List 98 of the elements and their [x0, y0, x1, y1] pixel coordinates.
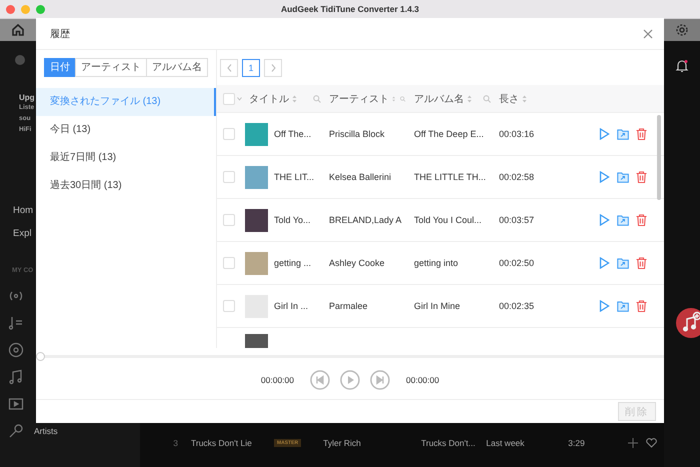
table-cell: getting ... — [274, 258, 312, 268]
folder-icon[interactable] — [617, 172, 629, 182]
table-cell: THE LITTLE TH... — [414, 172, 486, 182]
sidebar-text: Upg — [19, 93, 35, 102]
next-page-button[interactable] — [264, 59, 282, 77]
previous-track-button[interactable] — [310, 370, 330, 390]
search-icon[interactable] — [313, 94, 321, 102]
table-cell: Kelsea Ballerini — [329, 172, 392, 182]
dropdown-caret-icon[interactable] — [237, 96, 242, 100]
total-time: 00:00:00 — [406, 375, 440, 385]
home-button[interactable] — [0, 19, 36, 41]
play-icon[interactable] — [599, 257, 610, 269]
table-cell: Parmalee — [329, 301, 368, 311]
table-cell: THE LIT... — [274, 172, 314, 182]
table-cell: 00:02:35 — [499, 301, 534, 311]
sort-icon[interactable] — [522, 94, 527, 102]
table-cell: Off The Deep E... — [414, 129, 484, 139]
filter-tab[interactable]: アルバム名 — [146, 58, 208, 77]
table-cell: BRELAND,Lady A — [329, 215, 402, 225]
table-cell: 00:02:58 — [499, 172, 534, 182]
home-icon — [11, 23, 25, 37]
previous-page-button[interactable] — [220, 59, 238, 77]
notification-bell-icon[interactable] — [675, 59, 689, 73]
column-header[interactable]: アーティスト — [329, 92, 389, 106]
settings-button[interactable] — [664, 19, 700, 41]
add-music-button[interactable] — [676, 308, 700, 338]
folder-icon[interactable] — [617, 300, 629, 312]
sort-icon[interactable] — [292, 94, 297, 102]
avatar-icon[interactable] — [15, 55, 25, 65]
folder-icon[interactable] — [617, 214, 629, 226]
table-cell: Off The... — [274, 129, 312, 139]
settings-icon — [675, 23, 689, 37]
track-album: Trucks Don't... — [421, 438, 476, 448]
filter-tab[interactable]: アーティスト — [75, 58, 147, 77]
heart-icon[interactable] — [646, 438, 658, 448]
row-checkbox[interactable] — [223, 128, 235, 140]
row-checkbox[interactable] — [223, 257, 235, 269]
next-track-button[interactable] — [370, 370, 390, 390]
table-cell: Priscilla Block — [329, 129, 385, 139]
track-title: Trucks Don't Lie — [191, 438, 253, 448]
table-cell: Girl In Mine — [414, 301, 460, 311]
video-icon[interactable] — [8, 396, 24, 412]
sidebar-text: Hom — [13, 205, 34, 216]
scrollbar[interactable] — [657, 115, 661, 200]
column-header[interactable]: タイトル — [249, 92, 289, 106]
search-icon[interactable] — [400, 94, 406, 102]
elapsed-time: 00:00:00 — [260, 375, 294, 385]
row-checkbox[interactable] — [223, 300, 235, 312]
chevron-right-icon — [270, 64, 276, 72]
sidebar-text: Expl — [13, 228, 32, 239]
history-group-item[interactable]: 今日 (13) — [36, 116, 216, 144]
track-artist: Tyler Rich — [323, 438, 362, 448]
play-icon[interactable] — [599, 128, 610, 140]
folder-icon[interactable] — [617, 128, 629, 140]
trash-icon[interactable] — [636, 171, 647, 183]
table-cell: Told You I Coul... — [414, 215, 482, 225]
play-icon[interactable] — [599, 171, 610, 183]
play-icon[interactable] — [599, 214, 610, 226]
row-checkbox[interactable] — [223, 171, 235, 183]
table-cell: 00:03:57 — [499, 215, 534, 225]
play-icon[interactable] — [599, 300, 610, 312]
table-cell: getting into — [414, 258, 458, 268]
table-cell: Told Yo... — [274, 215, 311, 225]
chevron-left-icon — [226, 64, 232, 72]
play-button[interactable] — [340, 370, 360, 390]
plus-icon[interactable] — [628, 438, 638, 448]
folder-icon[interactable] — [617, 258, 629, 268]
close-window-icon[interactable] — [6, 4, 15, 14]
trash-icon[interactable] — [636, 300, 647, 312]
track-added: Last week — [486, 438, 526, 448]
trash-icon[interactable] — [636, 257, 647, 269]
dialog-title: 履歴 — [50, 28, 70, 40]
close-icon[interactable] — [643, 28, 653, 38]
table-cell: Girl In ... — [274, 301, 308, 311]
music-note-icon[interactable] — [8, 369, 24, 385]
zoom-window-icon[interactable] — [36, 4, 45, 14]
playlist-icon[interactable] — [8, 315, 24, 331]
trash-icon[interactable] — [636, 214, 647, 226]
trash-icon[interactable] — [636, 128, 647, 140]
table-cell: Ashley Cooke — [329, 258, 385, 268]
select-all-checkbox[interactable] — [223, 92, 235, 104]
table-cell: 00:02:50 — [499, 258, 534, 268]
microphone-icon[interactable] — [8, 423, 24, 439]
seek-thumb[interactable] — [36, 352, 45, 361]
sort-icon[interactable] — [467, 94, 472, 102]
track-number: 3 — [172, 438, 178, 448]
column-header[interactable]: アルバム名 — [414, 92, 464, 106]
track-duration: 3:29 — [568, 438, 586, 448]
table-cell: 00:03:16 — [499, 129, 534, 139]
history-group-item[interactable]: 最近7日間 (13) — [36, 144, 216, 172]
history-group-item[interactable]: 過去30日間 (13) — [36, 172, 216, 200]
seek-slider[interactable] — [36, 352, 664, 361]
column-header[interactable]: 長さ — [499, 92, 519, 106]
window-title: AudGeek TidiTune Converter 1.4.3 — [280, 4, 420, 14]
row-checkbox[interactable] — [223, 214, 235, 226]
disc-icon[interactable] — [8, 342, 24, 358]
search-icon[interactable] — [483, 94, 491, 102]
sidebar-item[interactable]: Artists — [34, 426, 58, 436]
